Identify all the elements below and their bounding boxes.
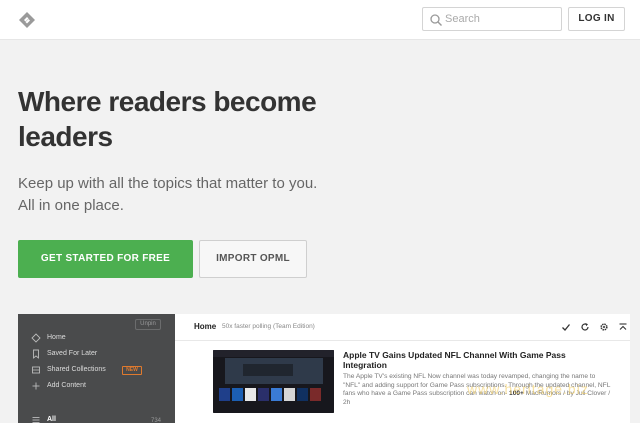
unpin-button[interactable]: Unpin (135, 319, 161, 330)
login-button[interactable]: LOG IN (568, 7, 625, 31)
hero-subtitle: Keep up with all the topics that matter … (18, 173, 378, 217)
search-icon (430, 14, 442, 26)
top-bar: LOG IN (0, 0, 640, 40)
bookmark-icon (33, 349, 39, 359)
app-preview: Unpin Home Saved For Later Shared Collec… (18, 314, 630, 423)
hero-subtitle-line-1: Keep up with all the topics that matter … (18, 175, 318, 192)
feed-subtitle: 50x faster polling (Team Edition) (222, 323, 315, 330)
hero-subtitle-line-2: All in one place. (18, 197, 124, 214)
check-icon[interactable] (561, 322, 571, 332)
search-box[interactable] (422, 7, 562, 31)
article-title[interactable]: Apple TV Gains Updated NFL Channel With … (343, 350, 571, 370)
sidebar-item-label: Saved For Later (47, 350, 98, 357)
hero-title: Where readers become leaders (18, 86, 317, 152)
feed-header: Home 50x faster polling (Team Edition) (175, 314, 630, 341)
home-icon (31, 333, 41, 343)
import-opml-button[interactable]: IMPORT OPML (199, 240, 307, 278)
feedly-logo-icon[interactable] (18, 11, 36, 29)
gear-icon[interactable] (599, 322, 609, 332)
article-thumbnail[interactable] (213, 350, 334, 413)
feed-title: Home (194, 322, 217, 331)
get-started-button[interactable]: GET STARTED FOR FREE (18, 240, 193, 278)
shared-icon (32, 366, 40, 374)
preview-sidebar: Unpin Home Saved For Later Shared Collec… (18, 314, 175, 423)
sidebar-item-label: Shared Collections (47, 366, 106, 373)
refresh-icon[interactable] (580, 322, 590, 332)
collapse-icon[interactable] (618, 322, 628, 332)
list-icon (32, 417, 40, 423)
all-count: 734 (151, 418, 162, 423)
new-badge: NEW (122, 366, 142, 375)
sidebar-item-label: Add Content (47, 382, 86, 389)
watermark: www.heritage.biz (467, 381, 589, 397)
plus-icon (32, 382, 40, 390)
sidebar-item-label: All (47, 416, 56, 423)
sidebar-item-label: Home (47, 334, 66, 341)
search-input[interactable] (445, 10, 557, 28)
